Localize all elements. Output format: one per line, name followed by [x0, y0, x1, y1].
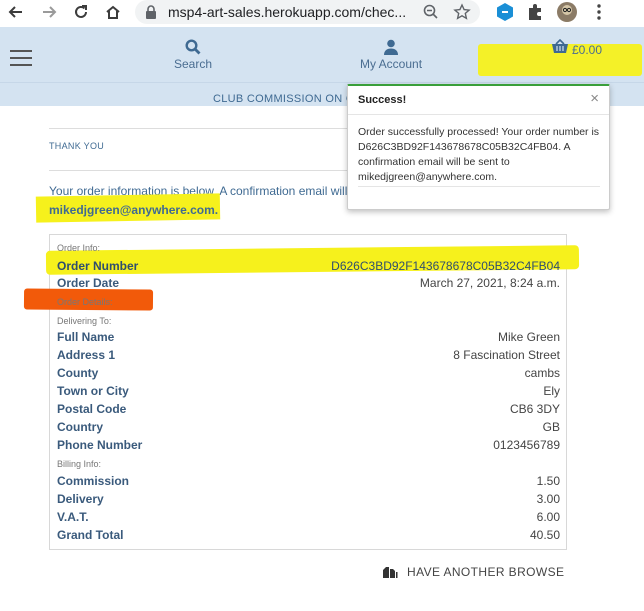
postal-code-label: Postal Code — [57, 402, 127, 416]
commission-value: 1.50 — [536, 474, 560, 488]
search-nav-button[interactable]: Search — [174, 39, 212, 71]
order-details-label: Order Details: — [57, 297, 113, 307]
address-1-value: 8 Fascination Street — [453, 348, 560, 362]
toast-divider — [348, 114, 609, 115]
order-number-value: D626C3BD92F143678678C05B32C4FB04 — [331, 259, 560, 273]
confirmation-email: mikedjgreen@anywhere.com. — [49, 203, 218, 217]
reload-icon[interactable] — [69, 1, 93, 23]
user-icon — [384, 39, 399, 55]
grand-total-value: 40.50 — [529, 528, 560, 542]
order-number-label: Order Number — [57, 259, 139, 273]
divider — [49, 170, 349, 171]
home-icon[interactable] — [101, 1, 125, 23]
order-date-label: Order Date — [57, 276, 120, 290]
my-account-nav-button[interactable]: My Account — [360, 39, 422, 71]
toast-message: Order successfully processed! Your order… — [358, 126, 600, 183]
county-label: County — [57, 366, 99, 380]
success-toast: Success! × Order successfully processed!… — [347, 84, 610, 210]
town-or-city-label: Town or City — [57, 384, 129, 398]
vat-value: 6.00 — [536, 510, 560, 524]
bookmark-star-icon[interactable] — [453, 3, 471, 21]
search-icon — [185, 39, 201, 55]
address-1-label: Address 1 — [57, 348, 116, 362]
more-menu-icon[interactable] — [588, 1, 610, 23]
have-another-browse-button[interactable]: HAVE ANOTHER BROWSE — [382, 565, 564, 579]
extensions-puzzle-icon[interactable] — [524, 1, 546, 23]
cart-button[interactable]: £0.00 — [551, 38, 602, 57]
toast-divider-bottom — [358, 186, 600, 187]
lock-icon — [146, 5, 156, 19]
basket-icon — [551, 38, 568, 53]
country-value: GB — [542, 420, 560, 434]
phone-number-label: Phone Number — [57, 438, 143, 452]
url-text: msp4-art-sales.herokuapp.com/chec... — [168, 4, 407, 20]
banner-text: CLUB COMMISSION ON O — [213, 93, 355, 105]
email-suffix: . — [214, 203, 219, 217]
hamburger-menu-icon[interactable] — [10, 50, 32, 66]
billing-info-label: Billing Info: — [57, 459, 102, 469]
delivery-value: 3.00 — [536, 492, 560, 506]
email-address: mikedjgreen@anywhere.com — [49, 203, 215, 217]
grand-total-label: Grand Total — [57, 528, 124, 542]
delivery-label: Delivery — [57, 492, 104, 506]
commission-label: Commission — [57, 474, 130, 488]
zoom-out-icon[interactable] — [422, 3, 440, 21]
cart-total: £0.00 — [571, 43, 602, 57]
town-or-city-value: Ely — [543, 384, 560, 398]
forward-arrow-icon[interactable] — [37, 1, 61, 23]
close-icon[interactable]: × — [590, 90, 599, 107]
vat-label: V.A.T. — [57, 510, 89, 524]
back-arrow-icon[interactable] — [4, 1, 28, 23]
delivering-to-label: Delivering To: — [57, 316, 112, 326]
full-name-label: Full Name — [57, 330, 115, 344]
order-date-value: March 27, 2021, 8:24 a.m. — [419, 276, 560, 290]
toast-title: Success! — [358, 94, 407, 106]
address-bar[interactable]: msp4-art-sales.herokuapp.com/chec... — [135, 0, 480, 24]
divider — [49, 128, 349, 129]
extension-hex-icon[interactable] — [494, 1, 516, 23]
full-name-value: Mike Green — [497, 330, 560, 344]
country-label: Country — [57, 420, 103, 434]
profile-avatar-icon[interactable] — [556, 1, 578, 23]
phone-number-value: 0123456789 — [493, 438, 560, 452]
browser-toolbar: msp4-art-sales.herokuapp.com/chec... — [0, 0, 644, 27]
my-account-label: My Account — [360, 57, 423, 71]
order-info-label: Order Info: — [57, 243, 101, 253]
postal-code-value: CB6 3DY — [509, 402, 560, 416]
search-label: Search — [174, 57, 213, 71]
gallery-icon — [383, 567, 398, 578]
thank-you-heading: THANK YOU — [49, 141, 105, 151]
browse-label: HAVE ANOTHER BROWSE — [407, 565, 565, 579]
county-value: cambs — [524, 366, 560, 380]
